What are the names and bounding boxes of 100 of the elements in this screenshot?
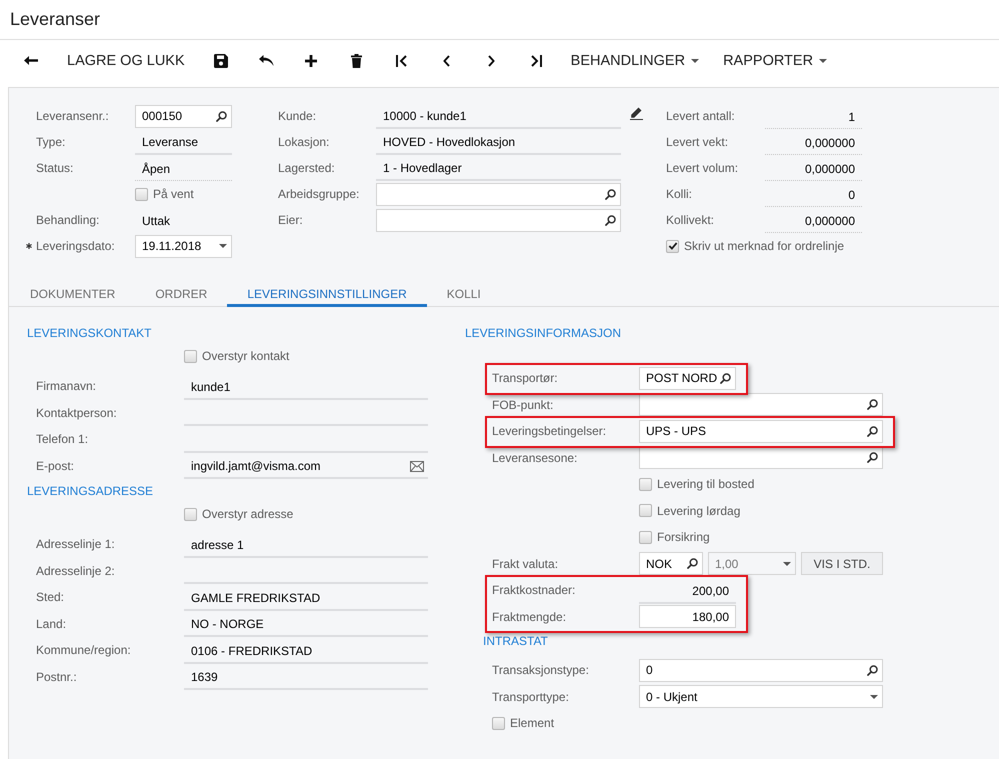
checkbox[interactable] — [184, 508, 197, 520]
lookup-field[interactable] — [376, 208, 621, 232]
field-label: Land: — [36, 616, 68, 631]
search-icon[interactable] — [605, 188, 616, 200]
checkbox-label[interactable]: Forsikring — [657, 530, 710, 544]
field-label: Levert antall: — [666, 109, 736, 123]
lookup-field[interactable]: UPS - UPS — [639, 420, 883, 443]
field-value: adresse 1 — [184, 534, 428, 558]
field-value: 1 - Hovedlager — [376, 157, 621, 181]
field-label: Fraktkostnader: — [492, 583, 576, 598]
field-value: 0,000000 — [765, 209, 862, 233]
search-icon[interactable] — [687, 558, 698, 570]
section-heading: LEVERINGSKONTAKT — [27, 325, 152, 342]
field-value: 1639 — [184, 666, 428, 690]
field-value: kunde1 — [184, 376, 428, 400]
checkbox[interactable] — [639, 504, 652, 518]
field-label: Leveringsbetingelser: — [492, 424, 608, 438]
checkbox-label[interactable]: På vent — [153, 187, 194, 201]
caret-icon — [783, 562, 791, 566]
left-arrow-icon — [24, 56, 38, 65]
field-label: Lagersted: — [278, 161, 336, 175]
amount-input[interactable]: 180,00 — [639, 605, 736, 628]
window-title: Leveranser — [10, 9, 100, 30]
caret-icon — [819, 58, 828, 62]
field-value: 0,000000 — [765, 131, 862, 155]
caret-icon — [219, 244, 227, 248]
dropdown-field[interactable]: 0 - Ukjent — [639, 685, 883, 708]
lookup-field[interactable]: 000150 — [135, 104, 232, 128]
field-value: GAMLE FREDRIKSTAD — [184, 586, 428, 610]
pencil-icon[interactable] — [630, 106, 643, 120]
checkbox-label[interactable]: Element — [510, 716, 554, 730]
tab[interactable]: DOKUMENTER — [10, 280, 136, 307]
menu-button[interactable]: BEHANDLINGER — [558, 44, 712, 76]
checkbox-label[interactable]: Levering til bosted — [657, 477, 754, 492]
field-label: Sted: — [36, 590, 66, 604]
checkbox-label[interactable]: Skriv ut merknad for ordrelinje — [684, 239, 844, 253]
field-value: 1 — [765, 105, 862, 129]
section-heading: LEVERINGSINFORMASJON — [465, 325, 622, 342]
field-label: Kunde: — [278, 109, 318, 123]
lookup-field[interactable] — [376, 182, 621, 206]
search-icon[interactable] — [867, 399, 878, 410]
tab[interactable]: ORDRER — [135, 280, 228, 307]
search-icon[interactable] — [216, 110, 227, 122]
field-value: Uttak — [141, 213, 172, 230]
field-label: Frakt valuta: — [492, 556, 560, 571]
field-value: NO - NORGE — [184, 613, 428, 637]
search-icon[interactable] — [867, 664, 878, 676]
date-field[interactable]: 19.11.2018 — [135, 234, 232, 258]
checkbox[interactable] — [666, 240, 679, 252]
tab[interactable]: LEVERINGSINNSTILLINGER — [227, 280, 427, 307]
checkbox-label[interactable]: Levering lørdag — [657, 504, 740, 518]
field-value: Åpen — [135, 157, 232, 181]
field-value: 0106 - FREDRIKSTAD — [184, 640, 428, 664]
checkbox[interactable] — [184, 350, 197, 362]
search-icon[interactable] — [605, 214, 616, 226]
search-icon[interactable] — [720, 372, 731, 384]
chevron-left-icon — [442, 54, 450, 66]
field-label: Transaksjonstype: — [492, 663, 590, 678]
checkbox[interactable] — [639, 530, 652, 544]
field-label: FOB-punkt: — [492, 398, 554, 412]
field-label: Kollivekt: — [666, 213, 716, 227]
field-value: 0 — [765, 183, 862, 207]
chevron-bar-right-icon — [530, 54, 542, 66]
search-icon[interactable] — [867, 426, 878, 437]
toolbar-button[interactable]: LAGRE OG LUKK — [53, 44, 199, 76]
chevron-bar-left-icon — [396, 54, 407, 66]
field-label: E-post: — [36, 458, 76, 473]
field-label: Kommune/region: — [36, 643, 132, 658]
lookup-field[interactable] — [639, 393, 883, 416]
field-label: Leveransesone: — [492, 450, 578, 465]
tab[interactable]: KOLLI — [426, 280, 501, 307]
menu-button[interactable]: RAPPORTER — [711, 44, 840, 76]
field-label: Kolli: — [666, 187, 694, 201]
field-label: Leveransenr.: — [36, 109, 110, 123]
field-label: Levert vekt: — [666, 135, 730, 149]
field-label: Type: — [36, 135, 66, 149]
field-value: 0,000000 — [765, 157, 862, 181]
section-heading: INTRASTAT — [483, 633, 548, 650]
checkbox[interactable] — [639, 478, 652, 491]
checkbox[interactable] — [135, 188, 148, 200]
field-label: Eier: — [278, 213, 304, 227]
search-icon[interactable] — [867, 452, 878, 464]
lookup-field[interactable]: 0 — [639, 658, 883, 682]
field-label: Fraktmengde: — [492, 610, 568, 624]
base-currency-button[interactable]: VIS I STD. — [801, 552, 883, 576]
lookup-field[interactable]: POST NORD — [639, 366, 736, 390]
currency-lookup-field[interactable]: NOK — [639, 552, 703, 576]
field-value: Leveranse — [135, 131, 232, 155]
checkbox[interactable] — [492, 716, 505, 730]
checkbox-label[interactable]: Overstyr kontakt — [202, 349, 290, 363]
email-address: ingvild.jamt@visma.com — [191, 459, 321, 473]
field-value: 10000 - kunde1 — [376, 105, 621, 129]
checkbox-label[interactable]: Overstyr adresse — [202, 507, 294, 521]
envelope-icon[interactable] — [410, 460, 424, 472]
field-label: Telefon 1: — [36, 432, 90, 446]
field-label: Postnr.: — [36, 670, 78, 684]
field-label: Lokasjon: — [278, 135, 330, 149]
section-heading: LEVERINGSADRESSE — [27, 483, 154, 500]
field-label: Arbeidsgruppe: — [278, 187, 360, 201]
lookup-field[interactable] — [639, 446, 883, 470]
